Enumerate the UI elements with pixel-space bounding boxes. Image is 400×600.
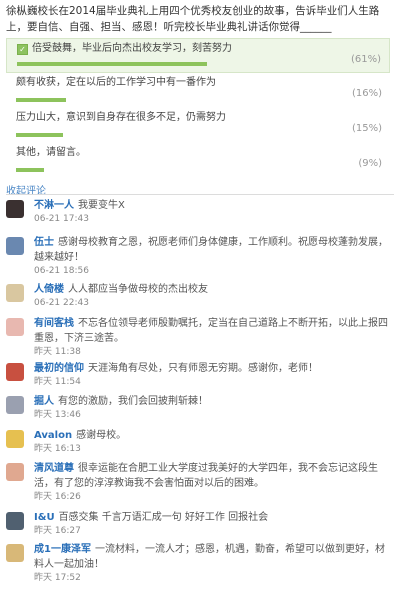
- poll-question: 徐枞巍校长在2014届毕业典礼上用四个优秀校友创业的故事，告诉毕业们人生路上，要…: [6, 5, 380, 33]
- poll-option-1[interactable]: ✓ 倍受鼓舞，毕业后向杰出校友学习，刻苦努力 (61%): [6, 38, 390, 73]
- poll-option-percent: (16%): [351, 88, 382, 99]
- poll-option-4[interactable]: 其他，请留言。 (9%): [6, 143, 390, 178]
- poll-option-label: 倍受鼓舞，毕业后向杰出校友学习，刻苦努力: [32, 43, 232, 54]
- poll-option-bar: [17, 62, 207, 66]
- comment-author[interactable]: 成1一康泽军: [34, 544, 91, 555]
- avatar[interactable]: [6, 396, 24, 414]
- comment-text: 天涯海角有尽处，只有师恩无穷期。感谢你，老师！: [88, 363, 318, 374]
- poll-option-label: 颇有收获，定在以后的工作学习中有一番作为: [16, 77, 216, 88]
- comment-author[interactable]: 最初的信仰: [34, 363, 84, 374]
- avatar[interactable]: [6, 544, 24, 562]
- avatar[interactable]: [6, 237, 24, 255]
- poll-option-label: 其他，请留言。: [16, 147, 86, 158]
- comment-author[interactable]: 不淋一人: [34, 200, 74, 211]
- avatar[interactable]: [6, 318, 24, 336]
- comment-item: 不淋一人 我要变牛X 06-21 17:43: [6, 198, 400, 235]
- comment-text: 人人都应当争做母校的杰出校友: [68, 284, 208, 295]
- comment-time: 昨天 13:46: [34, 410, 81, 420]
- comment-time: 昨天 16:26: [34, 492, 81, 502]
- comment-time: 06-21 22:43: [34, 298, 89, 308]
- comment-time: 昨天 11:54: [34, 377, 81, 387]
- comment-author[interactable]: I&U: [34, 512, 55, 523]
- comment-item: 清风道尊 很幸运能在合肥工业大学度过我美好的大学四年，我不会忘记这段生活，有了您的…: [6, 461, 400, 510]
- comment-author[interactable]: 人倚楼: [34, 284, 64, 295]
- poll-option-percent: (15%): [351, 123, 382, 134]
- comment-item: 伍士 感谢母校教育之恩，祝愿老师们身体健康，工作顺利。祝愿母校蓬勃发展，越来越好！…: [6, 235, 400, 282]
- comment-item: 成1一康泽军 一流材料，一流人才；感恩，机遇，勤奋，希望可以做到更好，材料人一起加…: [6, 542, 400, 586]
- comment-text: 我要变牛X: [78, 200, 125, 211]
- poll-option-2[interactable]: 颇有收获，定在以后的工作学习中有一番作为 (16%): [6, 73, 390, 108]
- comment-item: 有间客栈 不忘各位领导老师殷勤嘱托，定当在自己道路上不断开拓，以此上报四重恩，下济…: [6, 316, 400, 361]
- comment-item: 掘人 有您的激励，我们会回披荆斩棘！ 昨天 13:46: [6, 394, 400, 428]
- comment-list: 不淋一人 我要变牛X 06-21 17:43 伍士 感谢母校教育之恩，祝愿老师们身体…: [0, 198, 400, 586]
- avatar[interactable]: [6, 463, 24, 481]
- poll-option-label: 压力山大，意识到自身存在很多不足，仍需努力: [16, 112, 226, 123]
- comment-text: 有您的激励，我们会回披荆斩棘！: [58, 396, 208, 407]
- checkbox-checked-icon[interactable]: ✓: [17, 43, 28, 55]
- comment-item: 最初的信仰 天涯海角有尽处，只有师恩无穷期。感谢你，老师！ 昨天 11:54: [6, 361, 400, 394]
- comment-item: 人倚楼 人人都应当争做母校的杰出校友 06-21 22:43: [6, 282, 400, 316]
- comment-time: 昨天 17:52: [34, 573, 81, 583]
- poll-option-bar: [16, 133, 63, 137]
- comment-time: 06-21 18:56: [34, 266, 89, 276]
- comment-time: 06-21 17:43: [34, 214, 89, 224]
- poll-option-percent: (9%): [358, 158, 382, 169]
- comment-author[interactable]: 伍士: [34, 237, 54, 248]
- comment-time: 昨天 16:27: [34, 526, 81, 536]
- avatar[interactable]: [6, 200, 24, 218]
- comment-item: I&U 百感交集 千言万语汇成一句 好好工作 回报社会 昨天 16:27: [6, 510, 400, 542]
- avatar[interactable]: [6, 284, 24, 302]
- avatar[interactable]: [6, 430, 24, 448]
- comment-author[interactable]: 有间客栈: [34, 318, 74, 329]
- comment-author[interactable]: 清风道尊: [34, 463, 74, 474]
- comment-text: 感谢母校教育之恩，祝愿老师们身体健康，工作顺利。祝愿母校蓬勃发展，越来越好！: [34, 237, 388, 263]
- comment-time: 昨天 16:13: [34, 444, 81, 454]
- comment-item: Avalon 感谢母校。 昨天 16:13: [6, 428, 400, 461]
- comment-text: 很幸运能在合肥工业大学度过我美好的大学四年，我不会忘记这段生活，有了您的淳淳教诲…: [34, 463, 378, 489]
- comment-text: 不忘各位领导老师殷勤嘱托，定当在自己道路上不断开拓，以此上报四重恩，下济三途苦。: [34, 318, 388, 344]
- poll-option-bar: [16, 98, 66, 102]
- avatar[interactable]: [6, 512, 24, 530]
- poll-options: ✓ 倍受鼓舞，毕业后向杰出校友学习，刻苦努力 (61%) 颇有收获，定在以后的工作…: [6, 38, 390, 178]
- comment-author[interactable]: Avalon: [34, 430, 72, 441]
- poll-option-3[interactable]: 压力山大，意识到自身存在很多不足，仍需努力 (15%): [6, 108, 390, 143]
- comment-text: 百感交集 千言万语汇成一句 好好工作 回报社会: [58, 512, 269, 523]
- comment-text: 感谢母校。: [76, 430, 127, 441]
- avatar[interactable]: [6, 363, 24, 381]
- comment-time: 昨天 11:38: [34, 347, 81, 357]
- comment-author[interactable]: 掘人: [34, 396, 54, 407]
- poll-option-percent: (61%): [350, 54, 381, 65]
- poll-option-bar: [16, 168, 44, 172]
- divider: [6, 194, 394, 195]
